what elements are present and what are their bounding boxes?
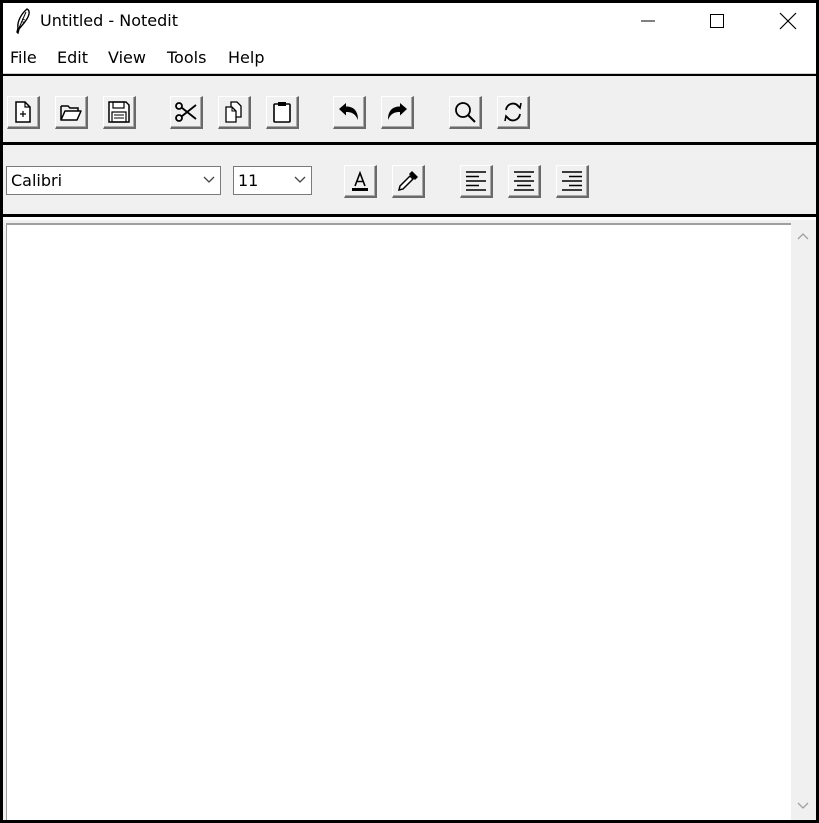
- font-color-button[interactable]: [344, 165, 377, 198]
- maximize-icon: [710, 14, 724, 28]
- align-right-button[interactable]: [556, 165, 589, 198]
- vertical-scrollbar[interactable]: [793, 224, 814, 820]
- scroll-down-icon[interactable]: [797, 802, 809, 810]
- font-size-value: 11: [238, 171, 259, 190]
- close-icon: [779, 12, 797, 30]
- replace-button[interactable]: [497, 96, 530, 129]
- redo-button[interactable]: [381, 96, 414, 129]
- color-picker-button[interactable]: [392, 165, 425, 198]
- copy-icon: [225, 101, 242, 123]
- menu-view[interactable]: View: [105, 48, 149, 67]
- paste-clipboard-icon: [273, 102, 291, 123]
- chevron-down-icon: [294, 176, 306, 183]
- color-picker-icon: [397, 171, 418, 192]
- font-size-select[interactable]: 11: [233, 166, 312, 195]
- minimize-icon: [641, 20, 655, 22]
- cut-button[interactable]: [170, 96, 203, 129]
- paste-button[interactable]: [266, 96, 299, 129]
- title-bar[interactable]: Untitled - Notedit: [3, 3, 816, 41]
- menu-edit[interactable]: Edit: [54, 48, 91, 67]
- main-toolbar: [3, 74, 816, 145]
- redo-icon: [388, 103, 407, 120]
- chevron-down-icon: [203, 176, 215, 183]
- close-button[interactable]: [765, 3, 811, 39]
- menu-help[interactable]: Help: [225, 48, 267, 67]
- align-center-icon: [514, 171, 534, 191]
- window-title: Untitled - Notedit: [40, 11, 178, 30]
- save-disk-icon: [108, 101, 130, 123]
- align-left-icon: [466, 171, 486, 191]
- notedit-window: Untitled - Notedit File Edit View Tools …: [3, 3, 816, 820]
- undo-button[interactable]: [333, 96, 366, 129]
- find-magnifier-icon: [455, 102, 476, 123]
- copy-button[interactable]: [218, 96, 251, 129]
- editor-frame: [3, 220, 816, 820]
- minimize-button[interactable]: [625, 3, 671, 39]
- replace-icon: [504, 102, 522, 122]
- new-file-icon: [15, 101, 31, 123]
- new-file-button[interactable]: [7, 96, 40, 129]
- align-center-button[interactable]: [508, 165, 541, 198]
- quill-icon: [13, 8, 33, 35]
- cut-scissors-icon: [175, 102, 197, 122]
- maximize-button[interactable]: [694, 3, 740, 39]
- find-button[interactable]: [449, 96, 482, 129]
- text-editor[interactable]: [6, 223, 791, 820]
- font-family-value: Calibri: [11, 171, 63, 190]
- save-button[interactable]: [103, 96, 136, 129]
- scroll-up-icon[interactable]: [797, 232, 809, 240]
- menu-bar: File Edit View Tools Help: [3, 44, 816, 74]
- align-left-button[interactable]: [460, 165, 493, 198]
- format-toolbar: Calibri 11: [3, 145, 816, 217]
- font-family-select[interactable]: Calibri: [6, 166, 221, 195]
- menu-file[interactable]: File: [7, 48, 40, 67]
- undo-icon: [339, 103, 358, 120]
- open-folder-icon: [60, 105, 82, 121]
- align-right-icon: [562, 171, 582, 191]
- font-color-icon: [352, 170, 368, 191]
- menu-tools[interactable]: Tools: [164, 48, 209, 67]
- open-folder-button[interactable]: [55, 96, 88, 129]
